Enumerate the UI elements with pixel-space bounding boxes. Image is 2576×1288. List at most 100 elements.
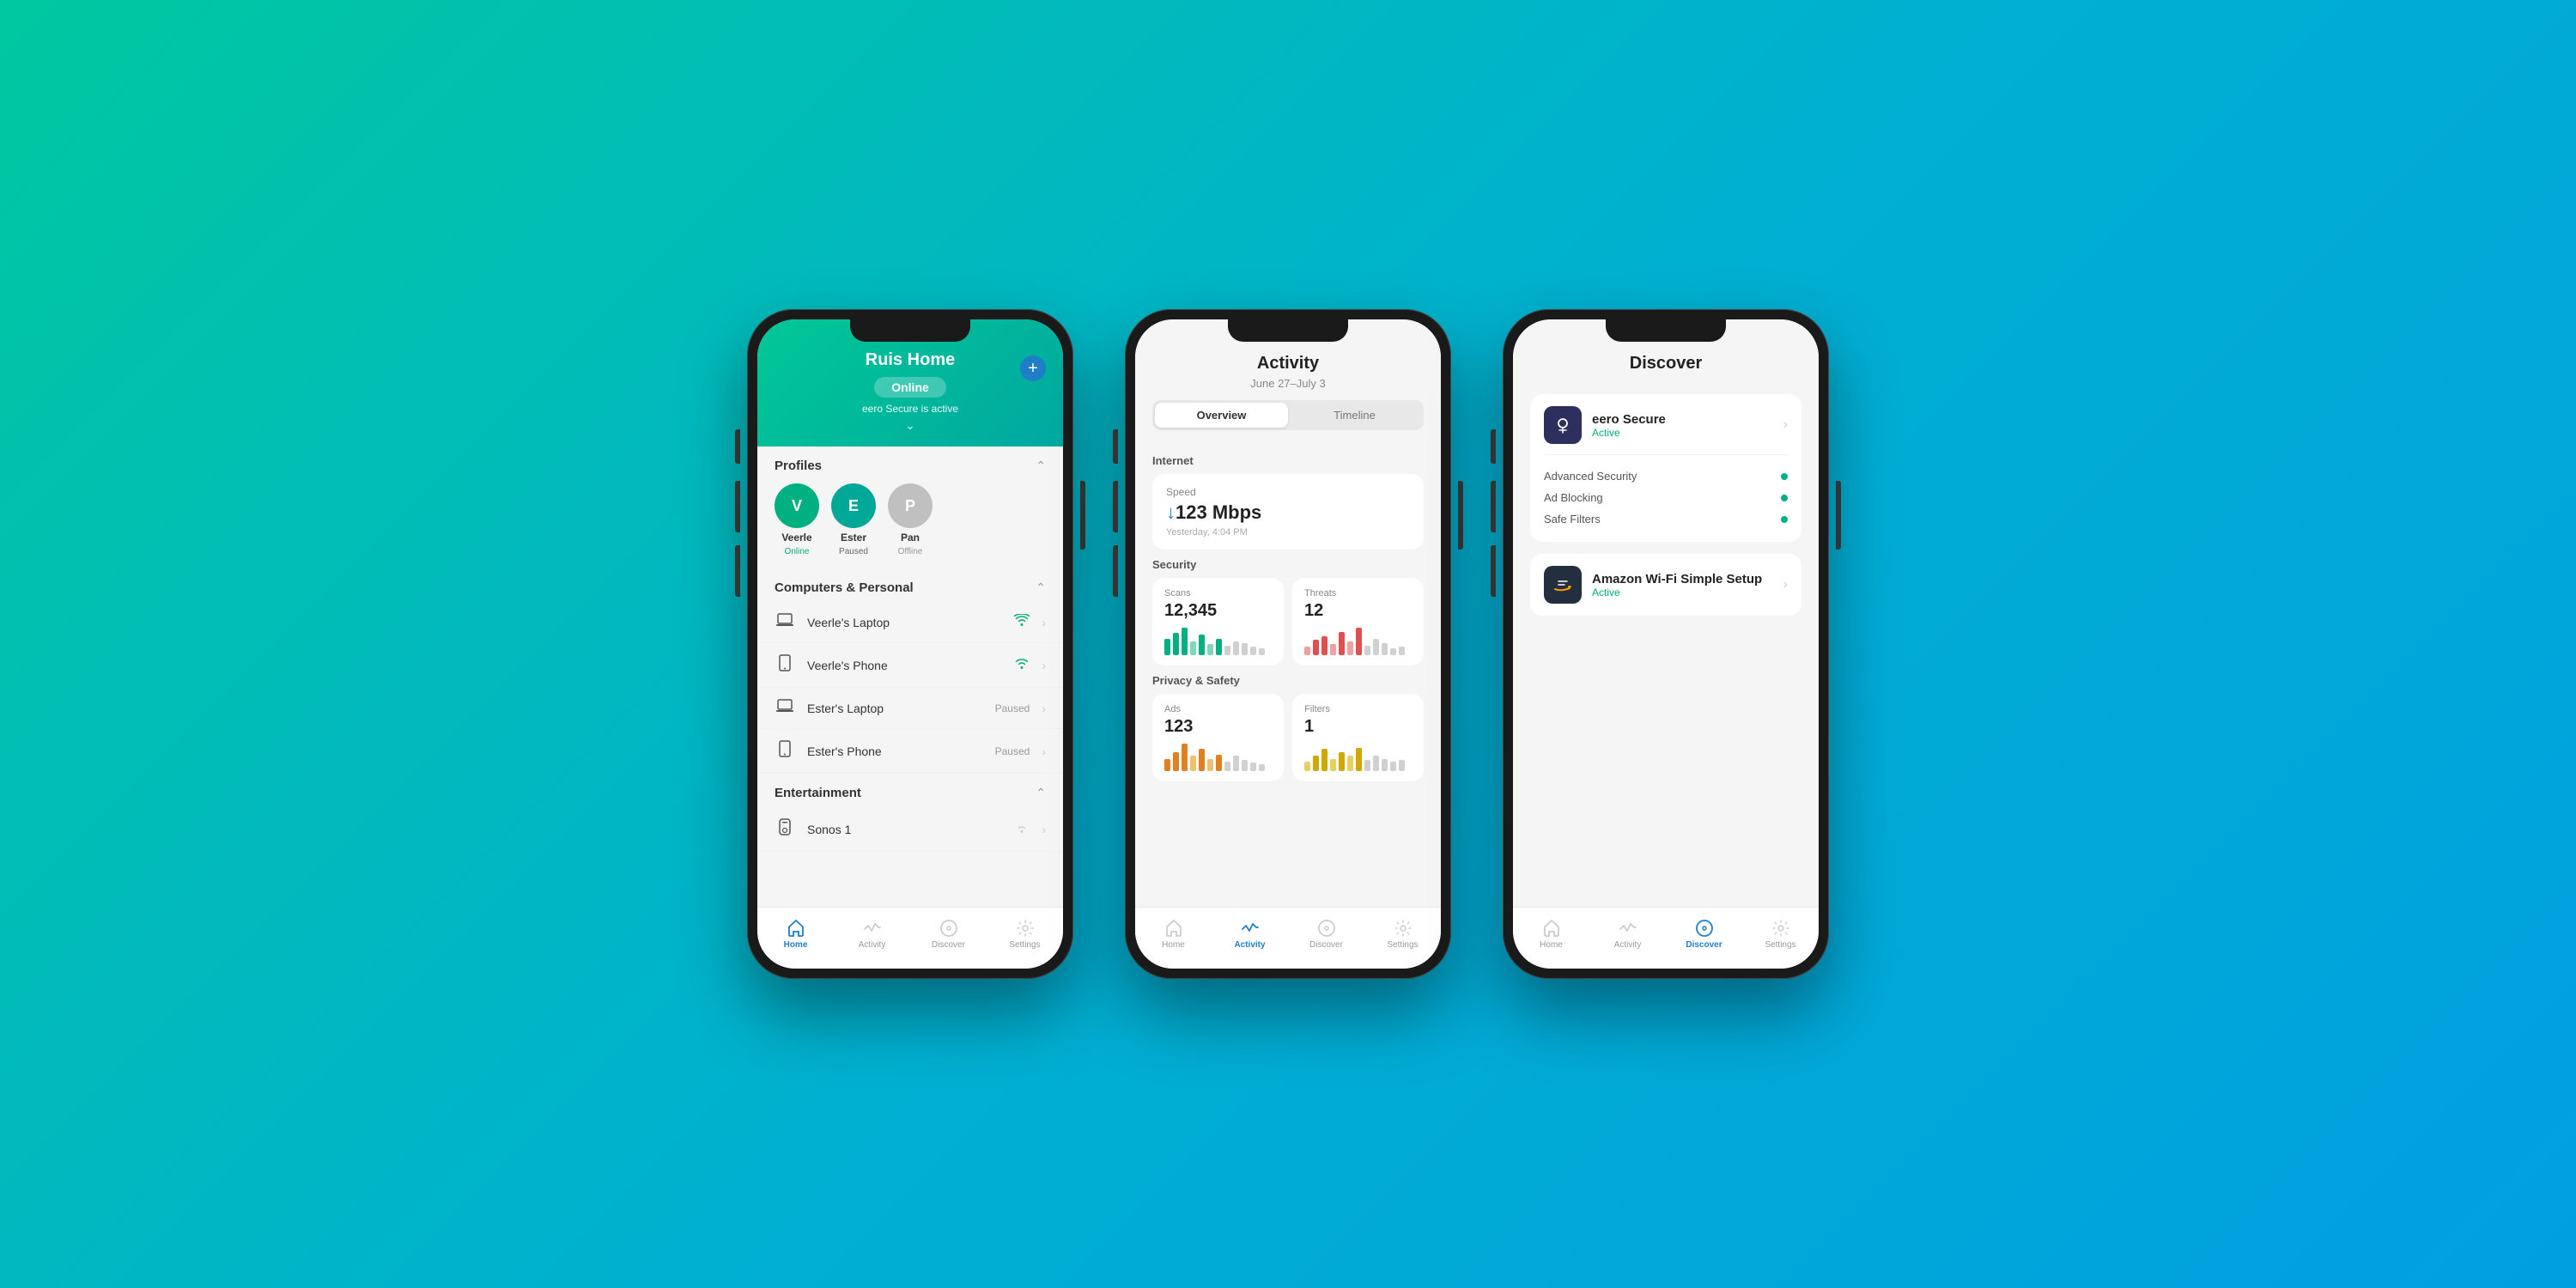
activity-title: Activity — [1152, 354, 1424, 374]
nav-discover[interactable]: Discover — [910, 919, 987, 950]
computers-title: Computers & Personal — [775, 580, 914, 595]
computers-section-header: Computers & Personal ⌃ — [757, 568, 1063, 602]
profile-veerle[interactable]: V Veerle Online — [775, 483, 819, 556]
entertainment-collapse-icon[interactable]: ⌃ — [1036, 786, 1046, 800]
chevron-down-icon: ⌄ — [775, 418, 1046, 433]
profile-ester[interactable]: E Ester Paused — [831, 483, 876, 556]
home-content: Profiles ⌃ V Veerle Online E Ester Pause… — [757, 447, 1063, 907]
amazon-service-item[interactable]: Amazon Wi-Fi Simple Setup Active › — [1544, 566, 1788, 604]
nav-activity-label: Activity — [859, 940, 886, 950]
add-button[interactable]: + — [1020, 355, 1046, 381]
filters-bars — [1304, 744, 1412, 771]
device-name: Ester's Laptop — [807, 702, 983, 715]
entertainment-title: Entertainment — [775, 786, 861, 800]
nav-activity-label: Activity — [1234, 940, 1265, 950]
nav-settings-label: Settings — [1387, 940, 1418, 950]
activity-content: Internet Speed ↓123 Mbps Yesterday, 4:04… — [1135, 442, 1441, 907]
scans-bars — [1164, 628, 1272, 655]
nav-discover[interactable]: Discover — [1288, 919, 1364, 950]
safe-filters-label: Safe Filters — [1544, 513, 1601, 526]
home-title: Ruis Home — [775, 350, 1046, 370]
eero-secure-status: Active — [1592, 427, 1773, 439]
nav-discover-label: Discover — [1686, 940, 1722, 950]
device-name: Ester's Phone — [807, 744, 983, 758]
speed-label: Speed — [1166, 486, 1410, 498]
speed-time: Yesterday, 4:04 PM — [1166, 527, 1410, 538]
paused-status: Paused — [995, 745, 1030, 757]
device-veerles-laptop[interactable]: Veerle's Laptop › — [757, 602, 1063, 643]
nav-activity[interactable]: Activity — [1212, 919, 1288, 950]
profiles-collapse-icon[interactable]: ⌃ — [1036, 459, 1046, 473]
advanced-security-dot — [1781, 473, 1788, 480]
phone-discover: Discover — [1503, 309, 1829, 979]
ads-bars — [1164, 744, 1272, 771]
internet-section-label: Internet — [1152, 454, 1424, 467]
ads-card: Ads 123 — [1152, 694, 1284, 781]
device-sonos[interactable]: Sonos 1 › — [757, 807, 1063, 852]
eero-secure-details: Advanced Security Ad Blocking Safe Filte… — [1544, 454, 1788, 530]
activity-date: June 27–July 3 — [1152, 377, 1424, 390]
laptop-icon — [775, 699, 795, 717]
tab-overview[interactable]: Overview — [1155, 403, 1288, 428]
eero-secure-icon — [1544, 406, 1582, 444]
ad-blocking-label: Ad Blocking — [1544, 491, 1603, 504]
nav-home[interactable]: Home — [1513, 919, 1589, 950]
profiles-section-header: Profiles ⌃ — [757, 447, 1063, 480]
nav-settings[interactable]: Settings — [1364, 919, 1441, 950]
paused-status: Paused — [995, 702, 1030, 714]
online-badge: Online — [874, 377, 946, 398]
device-esters-phone[interactable]: Ester's Phone Paused › — [757, 729, 1063, 774]
bottom-nav-home: Home Activity Discover Settings — [757, 907, 1063, 969]
ad-blocking-item: Ad Blocking — [1544, 487, 1788, 508]
chevron-right-icon: › — [1042, 616, 1046, 629]
nav-activity[interactable]: Activity — [1589, 919, 1666, 950]
tab-timeline[interactable]: Timeline — [1288, 403, 1421, 428]
discover-content: eero Secure Active › Advanced Security A… — [1513, 386, 1819, 907]
avatar-pan: P — [888, 483, 933, 528]
device-list-entertainment: Sonos 1 › — [757, 807, 1063, 852]
device-esters-laptop[interactable]: Ester's Laptop Paused › — [757, 688, 1063, 729]
phone-icon — [775, 654, 795, 676]
device-name: Veerle's Laptop — [807, 616, 1002, 629]
amazon-info: Amazon Wi-Fi Simple Setup Active — [1592, 572, 1773, 598]
privacy-section-label: Privacy & Safety — [1152, 674, 1424, 687]
nav-home-label: Home — [784, 940, 808, 950]
chevron-right-icon: › — [1042, 823, 1046, 836]
amazon-name: Amazon Wi-Fi Simple Setup — [1592, 572, 1773, 586]
nav-settings[interactable]: Settings — [1742, 919, 1819, 950]
nav-home[interactable]: Home — [1135, 919, 1212, 950]
nav-activity[interactable]: Activity — [834, 919, 910, 950]
advanced-security-item: Advanced Security — [1544, 465, 1788, 487]
device-veerles-phone[interactable]: Veerle's Phone › — [757, 643, 1063, 688]
wifi-icon — [1014, 657, 1030, 673]
nav-settings[interactable]: Settings — [987, 919, 1063, 950]
computers-collapse-icon[interactable]: ⌃ — [1036, 580, 1046, 595]
eero-secure-info: eero Secure Active — [1592, 412, 1773, 439]
phone-icon — [775, 740, 795, 762]
scans-label: Scans — [1164, 588, 1272, 598]
nav-discover[interactable]: Discover — [1666, 919, 1742, 950]
notch — [1228, 319, 1348, 342]
wifi-icon — [1014, 821, 1030, 837]
chevron-right-icon: › — [1783, 577, 1788, 592]
profile-pan[interactable]: P Pan Offline — [888, 483, 933, 556]
entertainment-section-header: Entertainment ⌃ — [757, 774, 1063, 807]
speed-value: ↓123 Mbps — [1166, 501, 1410, 524]
profiles-row: V Veerle Online E Ester Paused P Pan Off… — [757, 480, 1063, 568]
eero-secure-card: eero Secure Active › Advanced Security A… — [1530, 394, 1801, 542]
amazon-icon — [1544, 566, 1582, 604]
threats-card: Threats 12 — [1292, 578, 1424, 665]
ads-label: Ads — [1164, 704, 1272, 714]
filters-card: Filters 1 — [1292, 694, 1424, 781]
device-name: Veerle's Phone — [807, 659, 1002, 672]
notch — [850, 319, 970, 342]
threats-bars — [1304, 628, 1412, 655]
down-arrow-icon: ↓ — [1166, 501, 1176, 523]
ad-blocking-dot — [1781, 495, 1788, 501]
eero-secure-service-item[interactable]: eero Secure Active › — [1544, 406, 1788, 444]
phone-activity: Activity June 27–July 3 Overview Timelin… — [1125, 309, 1451, 979]
profiles-title: Profiles — [775, 459, 822, 473]
tab-switcher: Overview Timeline — [1152, 400, 1424, 430]
safe-filters-dot — [1781, 516, 1788, 523]
nav-home[interactable]: Home — [757, 919, 834, 950]
